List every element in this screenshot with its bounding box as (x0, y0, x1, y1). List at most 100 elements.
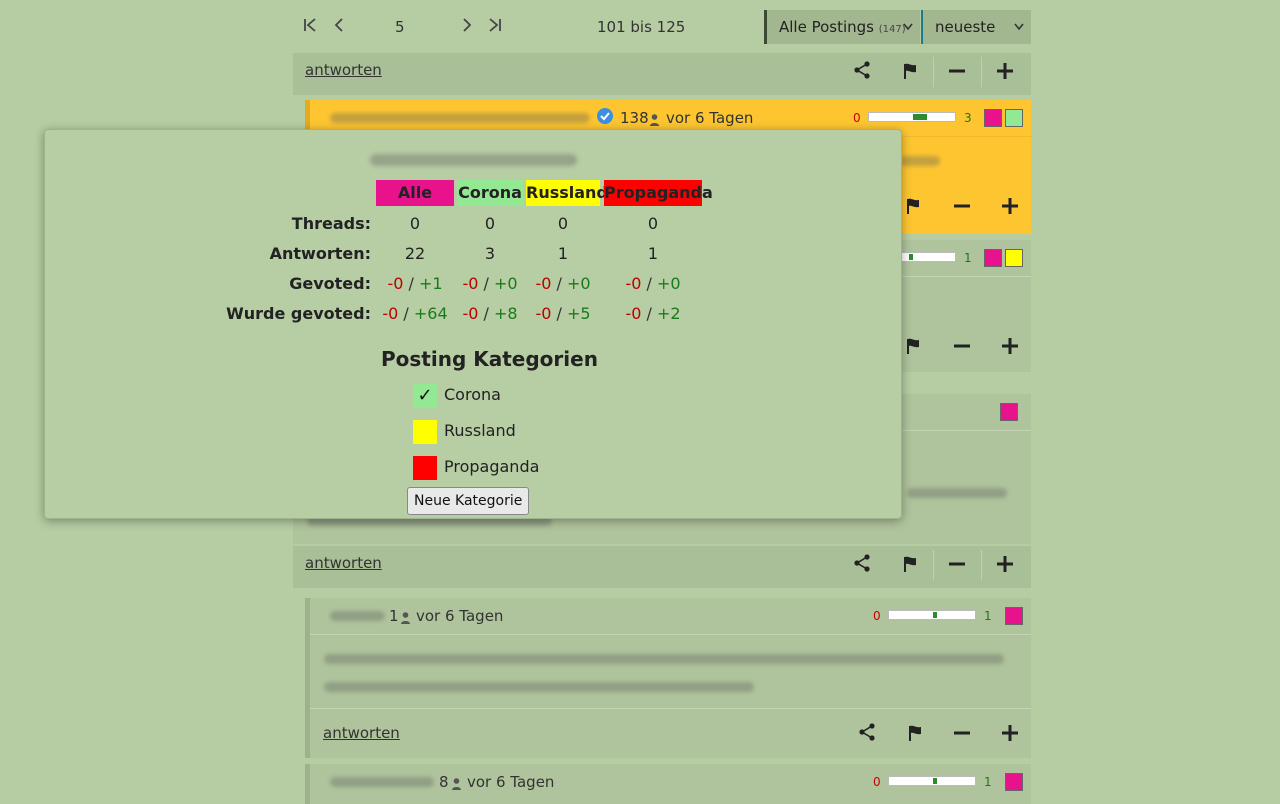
first-page-icon[interactable] (298, 15, 322, 39)
plus-icon[interactable] (997, 195, 1023, 221)
post-time: vor 6 Tagen (416, 607, 504, 625)
reply-link[interactable]: antworten (305, 554, 382, 572)
stat-wurde-gevoted-propaganda: -0 / +2 (625, 304, 681, 323)
flag-icon[interactable] (897, 60, 923, 86)
vote-positive-count: 1 (964, 251, 972, 265)
sort-select[interactable]: neueste (921, 10, 1031, 44)
categories-title: Posting Kategorien (381, 347, 598, 371)
reply-link[interactable]: antworten (323, 724, 400, 742)
column-header-corona: Corona (457, 180, 523, 206)
post-header: 8 vor 6 Tagen 0 1 (310, 764, 1031, 800)
redacted-username (330, 777, 434, 787)
vote-positive-count: 1 (984, 609, 992, 623)
redacted-text (324, 654, 1004, 664)
filter-select[interactable]: Alle Postings (147) (764, 10, 920, 44)
divider (981, 57, 982, 87)
last-page-icon[interactable] (483, 15, 507, 39)
share-icon[interactable] (854, 722, 880, 748)
checkbox-checked-icon[interactable]: ✓ (413, 384, 437, 408)
flag-icon[interactable] (900, 195, 926, 221)
prev-page-icon[interactable] (327, 15, 351, 39)
reply-link[interactable]: antworten (305, 61, 382, 79)
category-alle-marker[interactable] (984, 109, 1002, 127)
checkbox-icon[interactable] (413, 420, 437, 444)
post-header: 1 vor 6 Tagen 0 1 (310, 598, 1031, 635)
plus-icon[interactable] (992, 60, 1018, 86)
flag-icon[interactable] (902, 722, 928, 748)
pagination-bar: 5 101 bis 125 Alle Postings (147) neuest… (293, 10, 1031, 44)
column-header-propaganda: Propaganda (604, 180, 713, 206)
reply-post: 8 vor 6 Tagen 0 1 (305, 764, 1031, 804)
minus-icon[interactable] (944, 60, 970, 86)
post-time: vor 6 Tagen (467, 773, 555, 791)
flag-icon[interactable] (897, 553, 923, 579)
category-alle-marker[interactable] (1005, 607, 1023, 625)
minus-icon[interactable] (949, 195, 975, 221)
stat-wurde-gevoted-russland: -0 / +5 (535, 304, 591, 323)
category-label: Corona (444, 385, 501, 404)
stat-threads-corona: 0 (484, 214, 496, 233)
redacted-username (330, 113, 590, 123)
user-icon (401, 609, 410, 628)
category-corona-marker[interactable] (1005, 109, 1023, 127)
plus-icon[interactable] (997, 335, 1023, 361)
follower-count: 8 (439, 773, 449, 791)
stat-antworten-alle: 22 (404, 244, 426, 263)
minus-icon[interactable] (944, 553, 970, 579)
redacted-text (907, 488, 1007, 498)
post-time: vor 6 Tagen (666, 109, 754, 127)
post-action-bar: antworten (293, 546, 1031, 588)
divider (933, 550, 934, 580)
category-russland-marker[interactable] (1005, 249, 1023, 267)
verified-badge-icon (596, 107, 614, 129)
minus-icon[interactable] (949, 335, 975, 361)
flag-icon[interactable] (900, 335, 926, 361)
vote-positive-count: 3 (964, 111, 972, 125)
redacted-text (900, 156, 940, 166)
post-action-bar: antworten (293, 53, 1031, 95)
minus-icon[interactable] (949, 722, 975, 748)
category-alle-marker[interactable] (1005, 773, 1023, 791)
divider (981, 550, 982, 580)
stat-wurde-gevoted-corona: -0 / +8 (462, 304, 518, 323)
current-page-number[interactable]: 5 (395, 18, 405, 36)
share-icon[interactable] (849, 553, 875, 579)
user-icon (452, 775, 461, 794)
new-category-button[interactable]: Neue Kategorie (407, 487, 530, 515)
stat-wurde-gevoted-alle: -0 / +64 (382, 304, 448, 323)
share-icon[interactable] (849, 60, 875, 86)
stat-threads-russland: 0 (557, 214, 569, 233)
vote-bar (888, 776, 976, 786)
user-icon (650, 111, 659, 130)
chevron-down-icon (902, 10, 914, 57)
redacted-username (330, 611, 385, 621)
chevron-down-icon (1013, 10, 1025, 57)
row-label-gevoted: Gevoted: (289, 274, 371, 293)
redacted-username (370, 154, 577, 166)
category-alle-marker[interactable] (1000, 403, 1018, 421)
sort-select-label: neueste (935, 18, 996, 36)
vote-negative-count: 0 (853, 111, 861, 125)
vote-negative-count: 0 (873, 609, 881, 623)
vote-bar (888, 610, 976, 620)
stat-gevoted-alle: -0 / +1 (387, 274, 443, 293)
stat-antworten-corona: 3 (484, 244, 496, 263)
plus-icon[interactable] (992, 553, 1018, 579)
stat-antworten-propaganda: 1 (647, 244, 659, 263)
plus-icon[interactable] (997, 722, 1023, 748)
reply-post: 1 vor 6 Tagen 0 1 antworten (305, 598, 1031, 758)
column-header-alle: Alle (376, 180, 454, 206)
category-alle-marker[interactable] (984, 249, 1002, 267)
stat-threads-propaganda: 0 (647, 214, 659, 233)
category-label: Russland (444, 421, 516, 440)
stat-gevoted-propaganda: -0 / +0 (625, 274, 681, 293)
checkbox-icon[interactable] (413, 456, 437, 480)
column-header-russland: Russland (526, 180, 608, 206)
next-page-icon[interactable] (455, 15, 479, 39)
vote-positive-count: 1 (984, 775, 992, 789)
divider (933, 57, 934, 87)
page-range-label: 101 bis 125 (597, 18, 686, 36)
filter-select-label: Alle Postings (779, 18, 874, 36)
user-stats-popup: Alle Corona Russland Propaganda Threads:… (44, 129, 902, 519)
stat-threads-alle: 0 (409, 214, 421, 233)
